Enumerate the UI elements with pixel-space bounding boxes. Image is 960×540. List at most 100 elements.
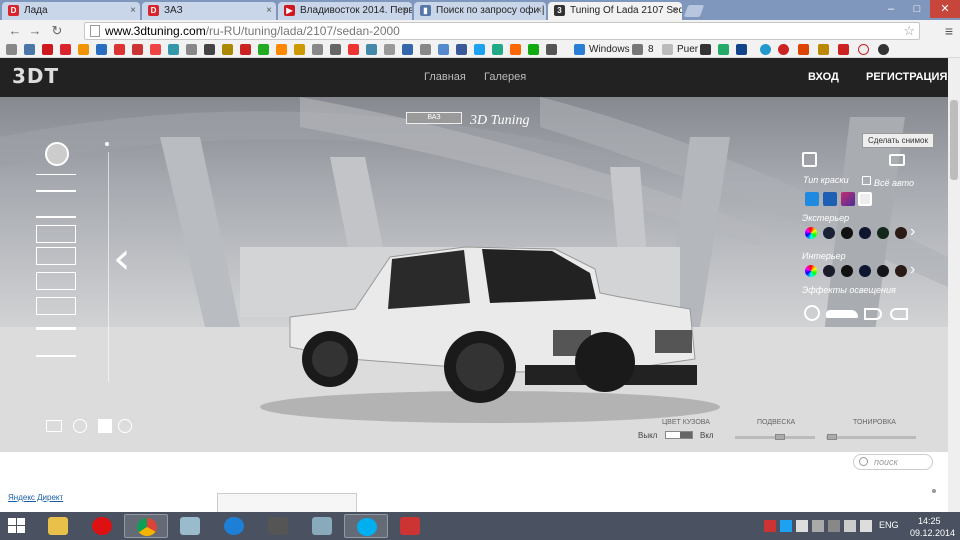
prev-arrow-icon[interactable]: ‹ [113,237,131,281]
maximize-button[interactable]: □ [904,0,930,18]
clock-date[interactable]: 09.12.2014 [910,528,955,538]
background-icon[interactable] [46,420,62,432]
bookmark-star-icon[interactable]: ☆ [903,23,915,39]
interior-color-swatch[interactable] [841,265,853,277]
minimize-button[interactable]: – [878,0,904,18]
bookmark-icon[interactable] [700,44,711,55]
taskbar-explorer[interactable] [36,514,80,538]
exterior-palette-swatch[interactable] [805,227,817,239]
bookmark-icon[interactable] [632,44,643,55]
camera-icon[interactable] [889,154,905,166]
taskbar-yandex[interactable] [80,514,124,538]
tray-icon[interactable] [812,520,824,532]
close-icon[interactable]: × [266,2,272,19]
bookmark-icon[interactable] [456,44,467,55]
paint-matte-swatch[interactable] [823,192,837,206]
taskbar-ccleaner[interactable] [212,514,256,538]
bookmark-icon[interactable] [330,44,341,55]
bookmark-icon[interactable] [366,44,377,55]
interior-color-swatch[interactable] [877,265,889,277]
start-button[interactable] [8,518,26,534]
headlight-icon[interactable] [36,247,76,265]
bookmark-icon[interactable] [312,44,323,55]
side-skirt-icon[interactable] [36,225,76,243]
save-icon[interactable] [802,152,817,167]
register-link[interactable]: РЕГИСТРАЦИЯ [866,71,947,83]
bookmark-icon[interactable] [420,44,431,55]
wheel-icon[interactable] [45,142,69,166]
close-icon[interactable]: × [402,2,408,19]
bookmark-icon[interactable] [546,44,557,55]
close-window-button[interactable]: ✕ [930,0,960,18]
chevron-right-icon[interactable]: › [910,261,915,279]
site-logo[interactable]: 3DT [12,64,59,88]
tab-zaz[interactable]: D ЗАЗ × [142,2,276,20]
bookmark-icon[interactable] [760,44,771,55]
tray-icon[interactable] [780,520,792,532]
chevron-right-icon[interactable]: › [910,223,915,241]
rear-bumper-icon[interactable] [36,200,76,218]
sun-icon[interactable] [804,305,820,321]
bookmark-icon[interactable] [186,44,197,55]
tab-vladivostok[interactable]: ▶ Владивосток 2014. Перв × [278,2,412,20]
back-button[interactable]: ← [6,22,24,40]
tint-slider-knob[interactable] [827,434,837,440]
taskbar-app[interactable] [388,514,432,538]
steering-wheel-icon[interactable] [118,419,132,433]
forward-button[interactable]: → [26,22,44,40]
close-icon[interactable]: × [130,2,136,19]
youtube-icon[interactable] [42,44,53,55]
rotate-icon[interactable] [73,419,87,433]
bookmark-icon[interactable] [736,44,747,55]
bookmark-icon[interactable] [818,44,829,55]
volume-icon[interactable] [860,520,872,532]
bookmark-icon[interactable] [402,44,413,55]
taskbar-paint[interactable] [168,514,212,538]
lamp-effect-icon[interactable] [890,308,908,320]
taskbar-skype[interactable] [344,514,388,538]
bookmark-icon[interactable] [168,44,179,55]
bookmark-icon[interactable] [438,44,449,55]
exterior-color-swatch[interactable] [859,227,871,239]
tab-3dtuning[interactable]: 3 Tuning Of Lada 2107 Seda × [548,2,682,20]
network-icon[interactable] [844,520,856,532]
tab-lada[interactable]: D Лада × [2,2,140,20]
tray-icon[interactable] [828,520,840,532]
bookmark-icon[interactable] [492,44,503,55]
yandex-direct-link[interactable]: Яндекс Директ [8,493,63,502]
new-tab-button[interactable] [683,5,705,17]
bookmark-label-eight[interactable]: 8 [648,43,654,56]
paint-chameleon-swatch[interactable] [841,192,855,206]
bookmark-icon[interactable] [132,44,143,55]
close-icon[interactable]: × [672,2,678,19]
bookmark-icon[interactable] [718,44,729,55]
bookmark-icon[interactable] [838,44,849,55]
taskbar-calculator[interactable] [300,514,344,538]
reload-button[interactable]: ↻ [48,22,66,40]
taillight-icon[interactable] [36,272,76,290]
interior-palette-swatch[interactable] [805,265,817,277]
bookmark-icon[interactable] [510,44,521,55]
bookmark-icon[interactable] [384,44,395,55]
paint-custom-swatch[interactable] [858,192,872,206]
paint-gloss-swatch[interactable] [805,192,819,206]
bookmark-icon[interactable] [528,44,539,55]
menu-icon[interactable]: ≡ [940,22,958,40]
taskbar-wot[interactable] [256,514,300,538]
bookmark-icon[interactable] [114,44,125,55]
all-car-checkbox[interactable] [862,176,871,185]
bookmark-icon[interactable] [258,44,269,55]
login-link[interactable]: ВХОД [808,71,839,83]
windows-icon[interactable] [574,44,585,55]
tint-slider[interactable] [826,436,916,439]
mirror-icon[interactable] [36,355,76,363]
scrollbar-thumb[interactable] [950,100,958,180]
vk-icon[interactable] [24,44,35,55]
exterior-color-swatch[interactable] [823,227,835,239]
bookmark-icon[interactable] [798,44,809,55]
nav-gallery[interactable]: Галерея [484,71,526,83]
language-indicator[interactable]: ENG [879,520,899,530]
spoiler-icon[interactable] [36,327,76,333]
bookmark-icon[interactable] [294,44,305,55]
ad-banner[interactable] [217,493,357,512]
